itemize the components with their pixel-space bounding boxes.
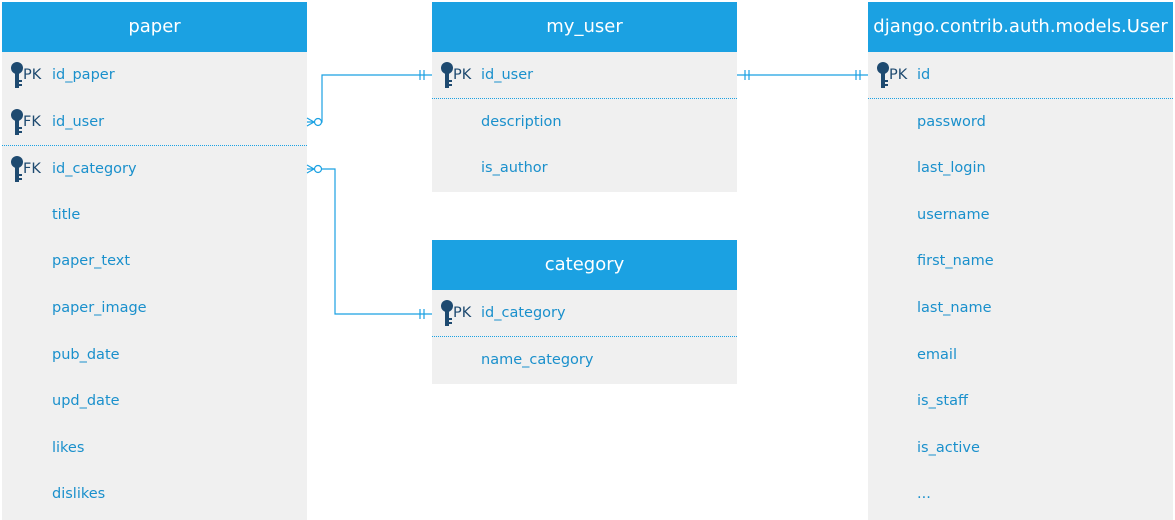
entity-row-is-staff[interactable]: is_staff	[868, 378, 1173, 425]
field-name: password	[917, 113, 986, 130]
entity-category[interactable]: category PK id_category name_category	[432, 240, 737, 384]
paper-to-my-user-connector[interactable]	[306, 70, 432, 127]
field-name: pub_date	[52, 346, 120, 363]
entity-row-id-user[interactable]: FK id_user	[2, 99, 307, 146]
my-user-to-auth-user-connector[interactable]	[737, 70, 868, 80]
key-icon	[11, 62, 23, 88]
field-name: is_staff	[917, 393, 968, 410]
entity-row-id-category[interactable]: FK id_category	[2, 145, 307, 192]
field-name: id_paper	[52, 67, 115, 83]
entity-row-id-category[interactable]: PK id_category	[432, 290, 737, 337]
key-type-label: FK	[23, 113, 41, 130]
entity-title: category	[432, 240, 737, 290]
entity-row-last-name[interactable]: last_name	[868, 285, 1173, 332]
field-name: title	[52, 206, 81, 223]
field-name: likes	[52, 439, 85, 456]
entity-row-id-user[interactable]: PK id_user	[432, 52, 737, 99]
field-name: ...	[917, 486, 931, 503]
key-icon	[877, 62, 889, 88]
field-name: is_author	[481, 160, 548, 177]
field-name: paper_image	[52, 299, 147, 316]
entity-row-dislikes[interactable]: dislikes	[2, 471, 307, 518]
entity-row-first-name[interactable]: first_name	[868, 238, 1173, 285]
field-name: id_user	[481, 67, 534, 83]
entity-row-password[interactable]: password	[868, 99, 1173, 146]
field-name: id	[917, 67, 931, 83]
key-icon	[441, 62, 453, 88]
field-name: is_active	[917, 439, 980, 456]
entity-row-email[interactable]: email	[868, 332, 1173, 379]
entity-title: django.contrib.auth.models.User	[868, 2, 1173, 52]
entity-row-is-active[interactable]: is_active	[868, 425, 1173, 472]
entity-row-is-author[interactable]: is_author	[432, 145, 737, 192]
key-icon	[11, 108, 23, 135]
field-name: id_category	[52, 161, 137, 178]
entity-row-name-category[interactable]: name_category	[432, 337, 737, 384]
entity-title: paper	[2, 2, 307, 52]
field-name: name_category	[481, 351, 594, 368]
entity-row-likes[interactable]: likes	[2, 425, 307, 472]
field-name: email	[917, 346, 957, 363]
entity-row-username[interactable]: username	[868, 192, 1173, 239]
key-type-label: FK	[23, 161, 41, 178]
entity-row-last-login[interactable]: last_login	[868, 145, 1173, 192]
field-name: id_user	[52, 113, 105, 130]
field-name: first_name	[917, 253, 994, 270]
entity-row-title[interactable]: title	[2, 192, 307, 239]
entity-row-upd-date[interactable]: upd_date	[2, 378, 307, 425]
entity-row-description[interactable]: description	[432, 99, 737, 146]
field-name: paper_text	[52, 253, 131, 270]
key-icon	[11, 156, 23, 183]
entity-row-ellipsis[interactable]: ...	[868, 471, 1173, 518]
entity-row-id[interactable]: PK id	[868, 52, 1173, 99]
paper-to-category-connector[interactable]	[306, 164, 432, 319]
key-type-label: PK	[23, 67, 42, 83]
entity-title: my_user	[432, 2, 737, 52]
entity-paper[interactable]: paper PK id_paper FK id_user FK id_categ…	[2, 2, 307, 520]
entity-row-paper-text[interactable]: paper_text	[2, 238, 307, 285]
field-name: last_login	[917, 160, 986, 177]
entity-auth-user[interactable]: django.contrib.auth.models.User PK id pa…	[868, 2, 1173, 520]
field-name: last_name	[917, 299, 992, 316]
field-name: upd_date	[52, 393, 120, 410]
key-type-label: PK	[889, 67, 908, 83]
key-type-label: PK	[453, 305, 472, 321]
entity-row-id-paper[interactable]: PK id_paper	[2, 52, 307, 99]
field-name: description	[481, 113, 562, 130]
key-type-label: PK	[453, 67, 472, 83]
field-name: username	[917, 206, 990, 223]
entity-row-pub-date[interactable]: pub_date	[2, 332, 307, 379]
entity-row-paper-image[interactable]: paper_image	[2, 285, 307, 332]
key-icon	[441, 300, 453, 326]
entity-my-user[interactable]: my_user PK id_user description is_author	[432, 2, 737, 192]
field-name: id_category	[481, 305, 566, 321]
field-name: dislikes	[52, 486, 106, 503]
